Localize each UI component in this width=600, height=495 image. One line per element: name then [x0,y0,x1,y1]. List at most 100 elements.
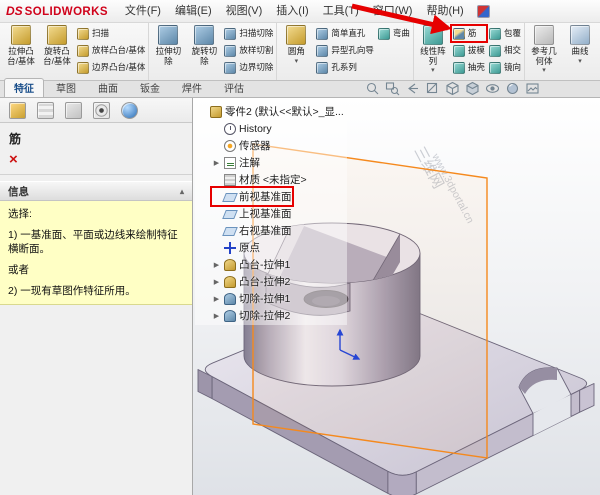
menu-item-6[interactable]: 帮助(H) [419,0,470,22]
command-tabs-bar: 特征 草图 曲面 钣金 焊件 评估 [0,78,600,98]
intersect-button[interactable]: 相交 [487,43,523,58]
displaymanager-tab-icon[interactable] [93,101,110,119]
section-view-icon[interactable] [425,81,440,96]
tree-item-2[interactable]: ▶ 注解 [212,154,260,171]
swept-cut-label: 扫描切除 [239,27,274,38]
display-style-icon[interactable] [465,81,480,96]
dimxpertmanager-tab-icon[interactable] [65,101,82,119]
simple-hole-button[interactable]: 简单直孔 [314,26,376,41]
tree-item-label-5: 上视基准面 [239,208,292,220]
tree-item-11[interactable]: ▶ 切除-拉伸2 [212,307,290,324]
flex-button[interactable]: 弯曲 [376,26,412,41]
reference-geometry-button[interactable]: 参考几 何体 ▾ [526,22,562,80]
extruded-cut-button[interactable]: 拉伸切 除 [150,22,186,80]
hole-series-icon [316,61,329,74]
add-ins-icon[interactable] [476,4,490,18]
revolved-cut-button[interactable]: 旋转切 除 [186,22,222,80]
lofted-boss-base-button[interactable]: 放样凸台/基体 [75,43,147,58]
hole-wizard-button[interactable]: 异型孔向导 [314,43,376,58]
extruded-boss-base-label: 拉伸凸 台/基体 [7,46,35,66]
plane-icon [222,209,238,219]
annot-icon [224,156,236,169]
tab-2[interactable]: 曲面 [88,78,128,97]
menu-bar: DS SOLIDWORKS 文件(F) 编辑(E) 视图(V) 插入(I) 工具(T) 窗… [0,0,600,23]
tree-item-7[interactable]: 原点 [212,239,260,256]
tree-item-9[interactable]: ▶ 凸台-拉伸2 [212,273,290,290]
hole-series-button[interactable]: 孔系列 [314,60,376,75]
zoom-fit-icon[interactable] [365,81,380,96]
swept-boss-base-button[interactable]: 扫描 [75,26,147,41]
revolved-boss-base-icon [47,25,67,45]
graphics-area[interactable]: 三维网 www.3dportal.cn [192,98,600,495]
lofted-cut-button[interactable]: 放样切割 [222,43,275,58]
tab-5[interactable]: 评估 [214,78,254,97]
tab-1[interactable]: 草图 [46,78,86,97]
message-line-1: 1) 一基准面、平面或边线来绘制特征横断面。 [8,229,178,255]
tree-item-0[interactable]: History [212,120,272,137]
tree-item-label-11: 切除-拉伸2 [239,310,291,322]
appearances-tab-icon[interactable] [121,101,138,119]
tree-item-8[interactable]: ▶ 凸台-拉伸1 [212,256,290,273]
message-section-header[interactable]: 信息 ▴ [0,181,192,201]
swept-cut-button[interactable]: 扫描切除 [222,26,275,41]
propertymanager-tab-icon[interactable] [9,101,26,119]
part-icon [210,105,222,118]
message-line-0: 选择: [8,208,32,220]
ribbon-stack: 扫描切除放样切割边界切除 [222,22,275,80]
wrap-button[interactable]: 包覆 [487,26,523,41]
edit-appearance-icon[interactable] [505,81,520,96]
ribbon-group-0: 拉伸凸 台/基体 旋转凸 台/基体 扫描放样凸台/基体 边界凸台/基体 [2,22,148,80]
dropdown-caret-icon: ▾ [294,57,299,65]
tree-item-10[interactable]: ▶ 切除-拉伸1 [212,290,290,307]
linear-pattern-button[interactable]: 线性阵 列 ▾ [415,22,451,80]
fillet-button[interactable]: 圆角 ▾ [278,22,314,80]
zoom-area-icon[interactable] [385,81,400,96]
rib-button[interactable]: 筋 [449,24,488,43]
ribbon-group-1: 拉伸切 除旋转切 除扫描切除 放样切割 边界切除 [148,22,276,80]
tree-item-label-6: 右视基准面 [239,225,292,237]
menu-item-2[interactable]: 视图(V) [219,0,270,22]
origin-icon [224,241,236,254]
extruded-boss-base-button[interactable]: 拉伸凸 台/基体 [3,22,39,80]
menu-item-1[interactable]: 编辑(E) [168,0,219,22]
logo-mark: DS [6,4,23,18]
mirror-button[interactable]: 镜向 [487,60,523,75]
shell-button[interactable]: 抽壳 [451,60,487,75]
tree-item-label-0: History [239,122,272,135]
view-orientation-icon[interactable] [445,81,460,96]
menu-item-4[interactable]: 工具(T) [316,0,366,22]
boundary-boss-base-button[interactable]: 边界凸台/基体 [75,60,147,75]
cancel-button[interactable]: × [9,151,18,168]
tree-root-label: 零件2 (默认<<默认>_显... [225,106,344,118]
shell-icon [452,61,465,74]
tree-item-4[interactable]: 前视基准面 [210,186,294,207]
tab-0[interactable]: 特征 [4,78,44,97]
wrap-icon [488,27,501,40]
tab-4[interactable]: 焊件 [172,78,212,97]
fillet-icon [286,25,307,45]
draft-button[interactable]: 拔模 [451,43,487,58]
curves-button[interactable]: 曲线 ▾ [562,22,598,80]
ribbon-stack: 筋拔模 抽壳 [449,22,488,80]
tree-root-item[interactable]: 零件2 (默认<<默认>_显... [198,103,344,120]
message-line-3: 2) 一现有草图作特征所用。 [8,285,136,297]
tab-3[interactable]: 钣金 [130,78,170,97]
configurationmanager-tab-icon[interactable] [37,101,54,119]
flex-icon [377,27,390,40]
menu-item-0[interactable]: 文件(F) [118,0,168,22]
previous-view-icon[interactable] [405,81,420,96]
menu-item-3[interactable]: 插入(I) [269,0,315,22]
revolved-boss-base-button[interactable]: 旋转凸 台/基体 [39,22,75,80]
manager-tab-strip [0,98,192,123]
material-icon [224,173,236,186]
hide-show-items-icon[interactable] [485,81,500,96]
tree-item-5[interactable]: 上视基准面 [212,205,292,222]
tree-item-1[interactable]: 传感器 [212,137,271,154]
revolved-cut-label: 旋转切 除 [191,46,218,66]
menu-item-5[interactable]: 窗口(W) [366,0,420,22]
tree-item-6[interactable]: 右视基准面 [212,222,292,239]
menu-items: 文件(F) 编辑(E) 视图(V) 插入(I) 工具(T) 窗口(W) 帮助(H) [118,0,471,22]
apply-scene-icon[interactable] [525,81,540,96]
boundary-cut-button[interactable]: 边界切除 [222,60,275,75]
tree-item-3[interactable]: 材质 <未指定> [212,171,307,188]
